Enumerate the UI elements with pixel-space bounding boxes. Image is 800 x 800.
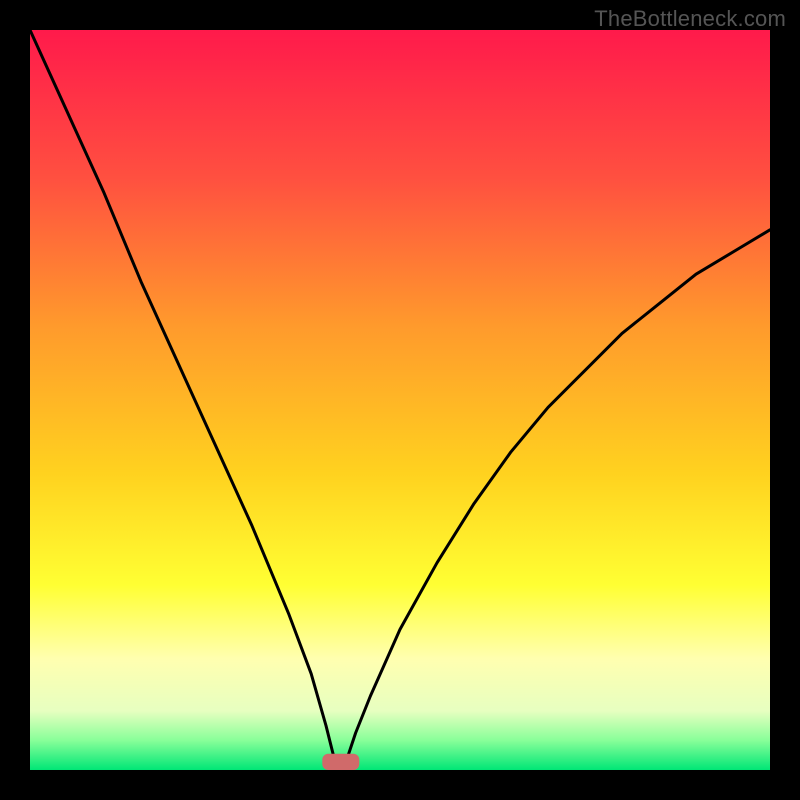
- chart-container: TheBottleneck.com: [0, 0, 800, 800]
- chart-svg: [0, 0, 800, 800]
- minimum-marker: [322, 754, 359, 770]
- plot-background: [30, 30, 770, 770]
- watermark-text: TheBottleneck.com: [594, 6, 786, 32]
